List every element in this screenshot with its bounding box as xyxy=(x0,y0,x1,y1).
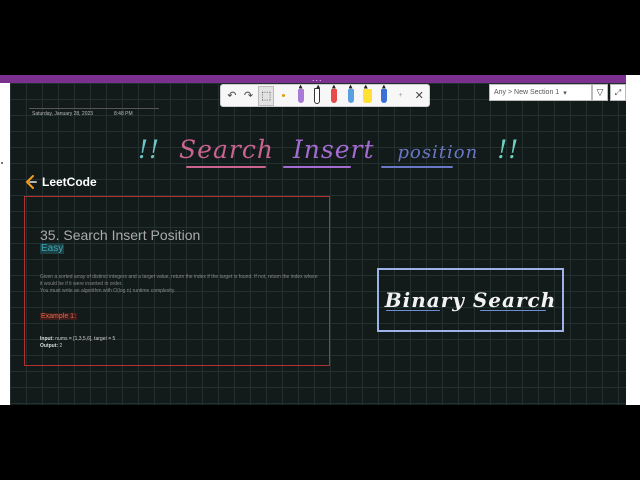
underline-search xyxy=(186,166,266,168)
pen-red-icon[interactable] xyxy=(327,87,341,105)
problem-title: 35. Search Insert Position xyxy=(40,227,201,243)
description-line-1: Given a sorted array of distinct integer… xyxy=(40,274,318,287)
more-dots[interactable]: ... xyxy=(312,75,323,83)
leetcode-icon xyxy=(25,175,37,189)
underline-search-2 xyxy=(480,310,546,311)
problem-card[interactable]: 35. Search Insert Position Easy Given a … xyxy=(24,196,330,366)
draw-toolbar: ↶ ↷ ⬚ + ✕ xyxy=(220,84,430,107)
filter-icon[interactable]: ▽ xyxy=(592,84,608,101)
example-label: Example 1: xyxy=(40,313,78,320)
underline-position xyxy=(381,166,453,168)
add-pen-icon[interactable]: + xyxy=(394,87,408,105)
problem-description: Given a sorted array of distinct integer… xyxy=(40,274,320,295)
lasso-dot-icon[interactable] xyxy=(277,87,291,105)
highlighter-yellow-icon[interactable] xyxy=(360,87,374,105)
difficulty-badge: Easy xyxy=(40,243,65,254)
leetcode-logo: LeetCode xyxy=(24,174,97,190)
expand-icon[interactable]: ⤢ xyxy=(610,84,626,101)
underline-binary xyxy=(386,310,440,311)
description-line-2: You must write an algorithm with O(log n… xyxy=(40,288,176,294)
redo-icon[interactable]: ↷ xyxy=(242,87,256,105)
title-word-position: position xyxy=(397,142,479,163)
title-exclaim-right: !! xyxy=(497,135,520,164)
select-icon[interactable]: ⬚ xyxy=(258,85,275,106)
section-selector-label: Any > New Section 1 xyxy=(494,89,560,96)
handwritten-title[interactable]: !! Search Insert position !! xyxy=(138,135,519,164)
binary-search-text: Binary Search xyxy=(384,288,557,312)
right-gutter: ⧉ xyxy=(626,75,640,405)
cursor-dot xyxy=(1,162,3,164)
underline-insert xyxy=(283,166,351,168)
page-title-line[interactable] xyxy=(29,108,159,109)
left-gutter xyxy=(0,83,10,405)
pen-blue-icon[interactable] xyxy=(344,87,358,105)
output-label: Output: xyxy=(40,343,59,349)
title-exclaim-left: !! xyxy=(138,135,161,164)
title-word-insert: Insert xyxy=(292,135,375,164)
pen-darkblue-icon[interactable] xyxy=(377,87,391,105)
pen-white-icon[interactable] xyxy=(310,87,324,105)
binary-search-box[interactable]: Binary Search xyxy=(377,268,564,332)
page-date: Saturday, January 28, 2023 xyxy=(32,111,94,117)
output-value: 2 xyxy=(59,343,63,349)
title-bar[interactable]: ... xyxy=(0,75,626,83)
input-label: Input: xyxy=(40,336,54,342)
page-time: 8:48 PM xyxy=(114,111,133,117)
pen-purple-icon[interactable] xyxy=(294,87,308,105)
close-icon[interactable]: ✕ xyxy=(412,87,426,105)
example-block: Input: nums = [1,3,5,6], target = 5 Outp… xyxy=(40,336,115,350)
logo-text: LeetCode xyxy=(42,175,97,189)
section-selector[interactable]: Any > New Section 1 ▾ xyxy=(489,84,592,101)
input-value: nums = [1,3,5,6], target = 5 xyxy=(55,336,116,342)
title-word-search: Search xyxy=(179,135,274,164)
chevron-down-icon: ▾ xyxy=(563,89,567,97)
onenote-window: ... ⧉ ↶ ↷ ⬚ + ✕ Any > New Section 1 ▾ ▽ … xyxy=(0,75,640,405)
undo-icon[interactable]: ↶ xyxy=(225,87,239,105)
